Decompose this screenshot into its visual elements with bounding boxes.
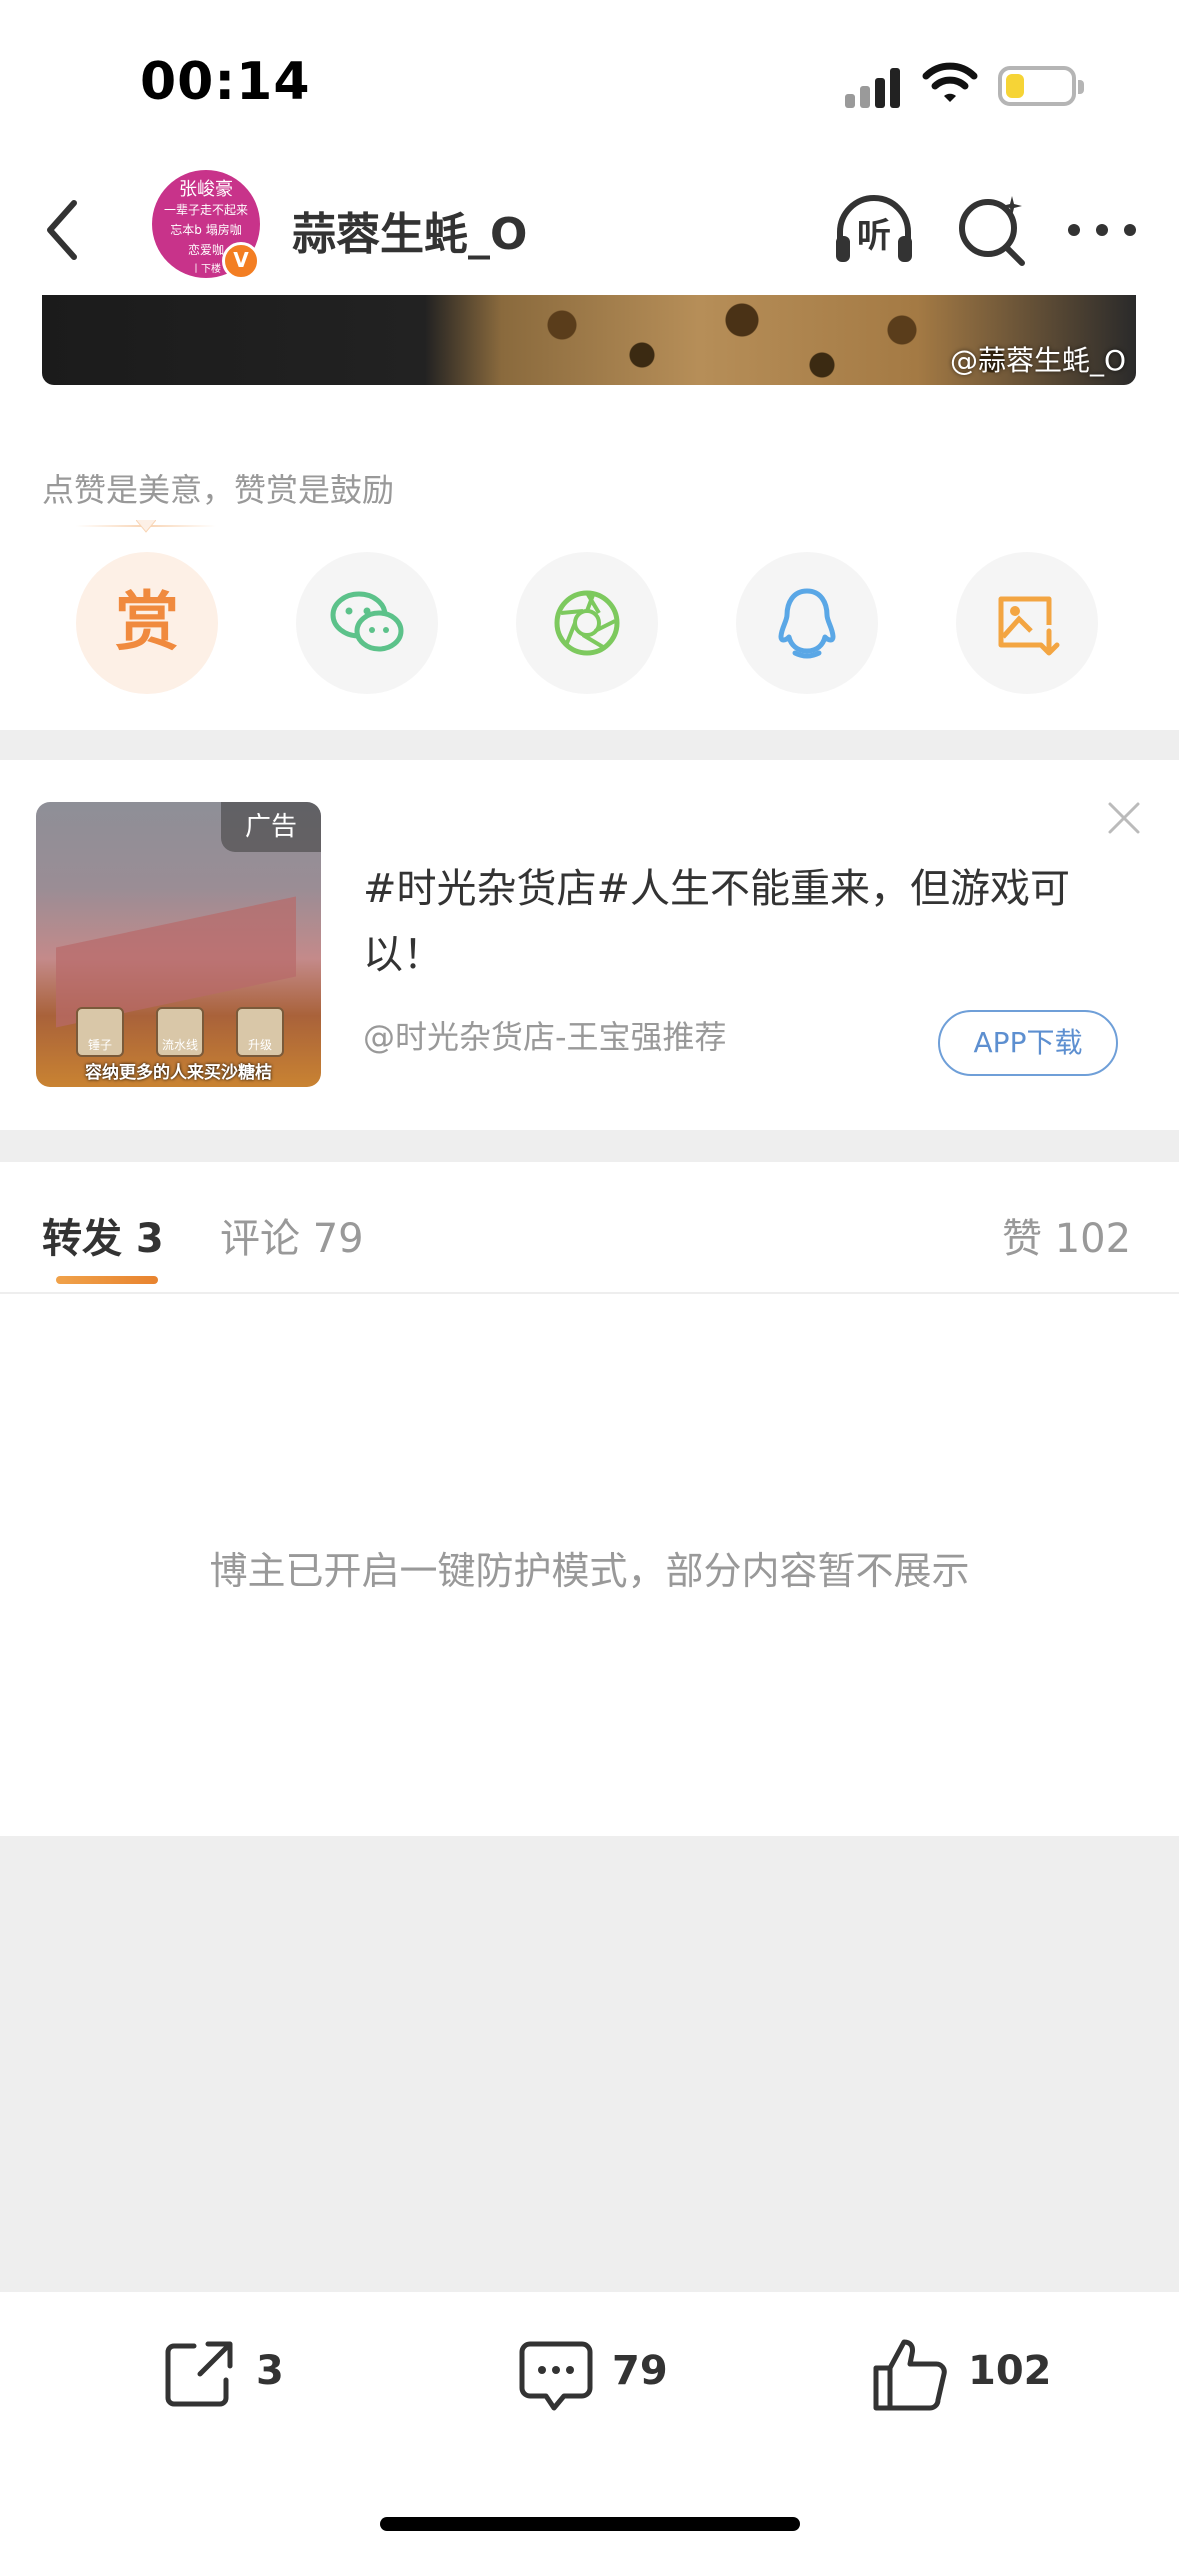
app-download-button[interactable]: APP下载 [938,1010,1118,1076]
share-wechat-button[interactable] [296,552,438,694]
ad-image[interactable]: 广告 锤子 流水线 升级 容纳更多的人来买沙糖桔 [36,802,321,1087]
comment-count: 79 [612,2348,668,2394]
status-bar: 00:14 [0,0,1179,160]
ad-tool: 流水线 [156,1007,204,1057]
home-indicator [380,2517,800,2531]
more-options-icon[interactable] [1062,200,1142,260]
ad-caption: 容纳更多的人来买沙糖桔 [85,1063,272,1083]
comment-button[interactable]: 79 [516,2330,686,2420]
repost-button[interactable]: 3 [160,2330,300,2420]
listen-label: 听 [857,216,891,256]
username[interactable]: 蒜蓉生蚝_O [292,198,527,262]
battery-icon [998,66,1084,106]
reward-icon: 赏 [115,586,179,660]
ad-tag: 广告 [221,802,321,852]
tip-pointer-icon [136,520,156,533]
close-icon[interactable] [1106,800,1142,836]
reward-tip: 点赞是美意，赞赏是鼓励 [42,471,395,509]
active-tab-indicator [56,1276,158,1284]
search-icon[interactable] [952,190,1032,270]
section-divider [0,730,1179,760]
share-row: 赏 [0,552,1179,694]
reward-button[interactable]: 赏 [76,552,218,694]
interaction-tabs: 转发 3 评论 79 赞 102 [0,1162,1179,1294]
post-image[interactable]: @蒜蓉生蚝_O [42,295,1136,385]
ad-source[interactable]: @时光杂货店-王宝强推荐 [363,1012,727,1058]
listen-button[interactable]: 听 [832,190,916,270]
tab-comments[interactable]: 评论 79 [220,1206,364,1264]
image-watermark: @蒜蓉生蚝_O [949,344,1126,377]
ad-tool: 升级 [236,1007,284,1057]
protection-message: 博主已开启一键防护模式，部分内容暂不展示 [209,1549,970,1593]
status-time: 00:14 [140,52,311,112]
ad-tool: 锤子 [76,1007,124,1057]
verified-badge: V [222,242,260,280]
thumbs-up-icon [873,2339,947,2411]
cellular-signal-icon [845,68,905,108]
share-icon [165,2341,233,2407]
ad-tools: 锤子 流水线 升级 [76,1007,316,1057]
share-qq-button[interactable] [736,552,878,694]
like-button[interactable]: 102 [870,2330,1060,2420]
post-header: 张峻豪 一辈子走不起来 忘本b 塌房咖 恋爱咖 丨下楼 V 蒜蓉生蚝_O 听 [0,160,1179,295]
comment-icon [519,2341,593,2411]
like-count: 102 [968,2348,1052,2394]
save-image-icon [998,596,1060,656]
repost-count: 3 [256,2348,284,2394]
share-moments-button[interactable] [516,552,658,694]
tab-repost[interactable]: 转发 3 [42,1206,164,1264]
tab-likes[interactable]: 赞 102 [1002,1206,1131,1264]
back-arrow-icon[interactable] [30,195,100,265]
moments-icon [554,590,620,656]
ad-title[interactable]: #时光杂货店#人生不能重来，但游戏可以！ [363,856,1123,988]
section-divider [0,1130,1179,1162]
save-image-button[interactable] [956,552,1098,694]
wifi-icon [922,62,978,102]
empty-area [0,1836,1179,2292]
wechat-icon [330,591,404,652]
qq-icon [778,588,836,659]
